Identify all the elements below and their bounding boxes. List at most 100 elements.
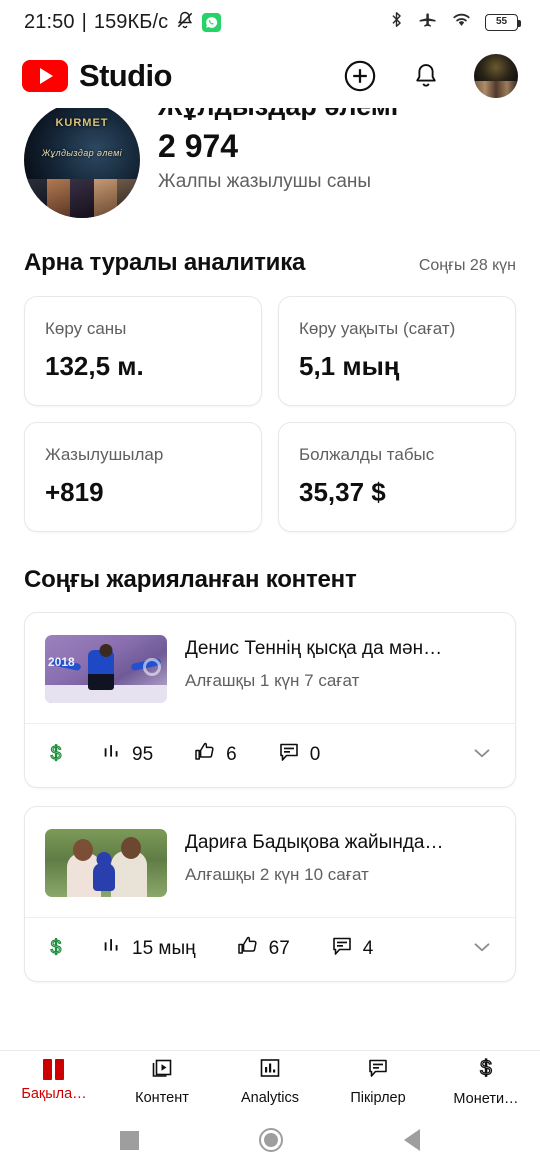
nav-item-monetization[interactable]: $ Монети… [432,1055,540,1107]
bluetooth-icon [388,10,405,34]
airplane-mode-icon [418,10,438,35]
video-thumbnail[interactable] [45,828,167,897]
monetization-icon[interactable]: $ [45,740,67,771]
thumbs-up-icon [236,934,260,964]
svg-text:$: $ [480,1057,492,1080]
metric-label: Көру саны [45,319,127,338]
video-meta: Денис Теннің қысқа да мән… Алғашқы 1 күн… [185,635,495,691]
channel-avatar-sub-text: Жұлдыздар әлемі [41,148,123,159]
brand-logo[interactable]: Studio [22,58,172,94]
metric-card-views[interactable]: Көру саны 132,5 м. [24,296,262,406]
comment-icon [277,740,301,770]
subscriber-label: Жалпы жазылушы саны [158,171,372,192]
brand-title: Studio [79,58,172,93]
video-views-count: 15 мың [132,938,196,960]
battery-icon: 55 [485,13,521,31]
video-card-top[interactable]: 2018 Денис Теннің қысқа да мән… Алғашқы … [25,613,515,723]
battery-percent: 55 [495,16,508,27]
back-button[interactable] [403,1129,420,1151]
video-card[interactable]: 2018 Денис Теннің қысқа да мән… Алғашқы … [24,611,516,788]
metric-label: Көру уақыты (сағат) [299,319,456,338]
metric-value: 132,5 м. [45,351,144,382]
metric-value: 35,37 $ [299,477,386,508]
recent-content-title: Соңғы жарияланған контент [24,565,357,593]
video-views-count: 95 [132,744,154,766]
nav-item-content[interactable]: Контент [108,1056,216,1106]
home-button[interactable] [259,1128,284,1152]
nav-item-analytics[interactable]: Analytics [216,1056,324,1106]
nav-label: Бақыла… [21,1086,87,1102]
channel-avatar-photo-strip [24,178,140,218]
video-views-stat[interactable]: 95 [101,741,153,769]
svg-text:$: $ [51,743,62,764]
analytics-title: Арна туралы аналитика [24,249,306,276]
network-speed: 159КБ/с [93,10,169,33]
svg-text:$: $ [51,937,62,958]
analytics-section-header: Арна туралы аналитика Соңғы 28 күн [0,249,540,277]
video-likes-stat[interactable]: 67 [236,934,290,964]
video-comments-count: 4 [362,938,374,960]
bar-chart-icon [101,741,123,769]
video-card[interactable]: Дариға Бадықова жайында… Алғашқы 2 күн 1… [24,805,516,982]
nav-label: Контент [135,1089,189,1106]
thumbnail-year-label: 2018 [48,655,75,670]
nav-label: Монети… [453,1090,519,1107]
nav-item-dashboard[interactable]: Бақыла… [0,1059,108,1102]
metric-card-revenue[interactable]: Болжалды табыс 35,37 $ [278,421,516,532]
chevron-down-icon[interactable] [469,740,495,771]
video-library-icon [150,1056,174,1085]
thumbs-up-icon [193,740,217,770]
whatsapp-icon [202,12,222,32]
video-card-top[interactable]: Дариға Бадықова жайында… Алғашқы 2 күн 1… [25,807,515,917]
video-likes-stat[interactable]: 6 [193,740,237,770]
youtube-logo-icon [22,60,68,92]
monetization-icon[interactable]: $ [45,934,67,965]
metric-value: 5,1 мың [299,351,400,382]
nav-label: Analytics [240,1089,300,1106]
video-views-stat[interactable]: 15 мың [101,935,196,963]
notifications-icon[interactable] [408,58,444,94]
analytics-cards: Көру саны 132,5 м. Көру уақыты (сағат) 5… [0,296,540,532]
bottom-navigation: Бақыла… Контент Analytics Пікірлер $ Мон… [0,1050,540,1110]
video-subtitle: Алғашқы 2 күн 10 сағат [185,864,369,884]
metric-card-subscribers[interactable]: Жазылушылар +819 [24,421,262,532]
video-likes-count: 6 [226,744,237,766]
video-meta: Дариға Бадықова жайында… Алғашқы 2 күн 1… [185,829,495,885]
youtube-studio-mobile-screen: 21:50 | 159КБ/с 55 Studio KURMET Жұлдызд… [0,0,540,1170]
app-bar: Studio [0,44,540,108]
account-avatar[interactable] [474,54,518,98]
metric-card-watchtime[interactable]: Көру уақыты (сағат) 5,1 мың [278,296,516,406]
status-clock: 21:50 [24,10,75,33]
metric-value: +819 [45,477,104,508]
video-thumbnail[interactable]: 2018 [45,634,167,703]
channel-avatar-top-text: KURMET [55,117,109,130]
status-bar-right: 55 [388,10,521,35]
video-comments-count: 0 [309,744,321,766]
app-bar-actions [342,54,518,98]
dashboard-icon [43,1059,65,1081]
channel-meta: Жұлдыздар әлемі 2 974 Жалпы жазылушы сан… [158,108,398,193]
video-stats-row: $ 15 мың 67 4 [25,916,515,981]
dollar-icon: $ [474,1055,498,1086]
mute-bell-icon [175,10,195,35]
status-bar: 21:50 | 159КБ/с 55 [0,0,540,44]
channel-avatar: KURMET Жұлдыздар әлемі [24,108,140,218]
recents-button[interactable] [120,1130,140,1150]
comment-icon [366,1056,390,1085]
video-comments-stat[interactable]: 0 [277,740,321,770]
video-title: Денис Теннің қысқа да мән… [185,637,443,659]
analytics-period: Соңғы 28 күн [418,257,516,274]
video-likes-count: 67 [268,938,290,960]
subscriber-count: 2 974 [158,128,239,164]
wifi-icon [451,11,472,33]
status-bar-left: 21:50 | 159КБ/с [24,10,222,35]
create-icon[interactable] [342,58,378,94]
nav-item-comments[interactable]: Пікірлер [324,1056,432,1106]
chevron-down-icon[interactable] [469,934,495,965]
dashboard-scroll-content: KURMET Жұлдыздар әлемі Жұлдыздар әлемі 2… [0,108,540,1050]
android-system-nav [0,1110,540,1170]
video-comments-stat[interactable]: 4 [330,934,374,964]
channel-summary[interactable]: KURMET Жұлдыздар әлемі Жұлдыздар әлемі 2… [0,108,540,220]
status-separator: | [81,10,87,33]
bar-chart-icon [101,935,123,963]
